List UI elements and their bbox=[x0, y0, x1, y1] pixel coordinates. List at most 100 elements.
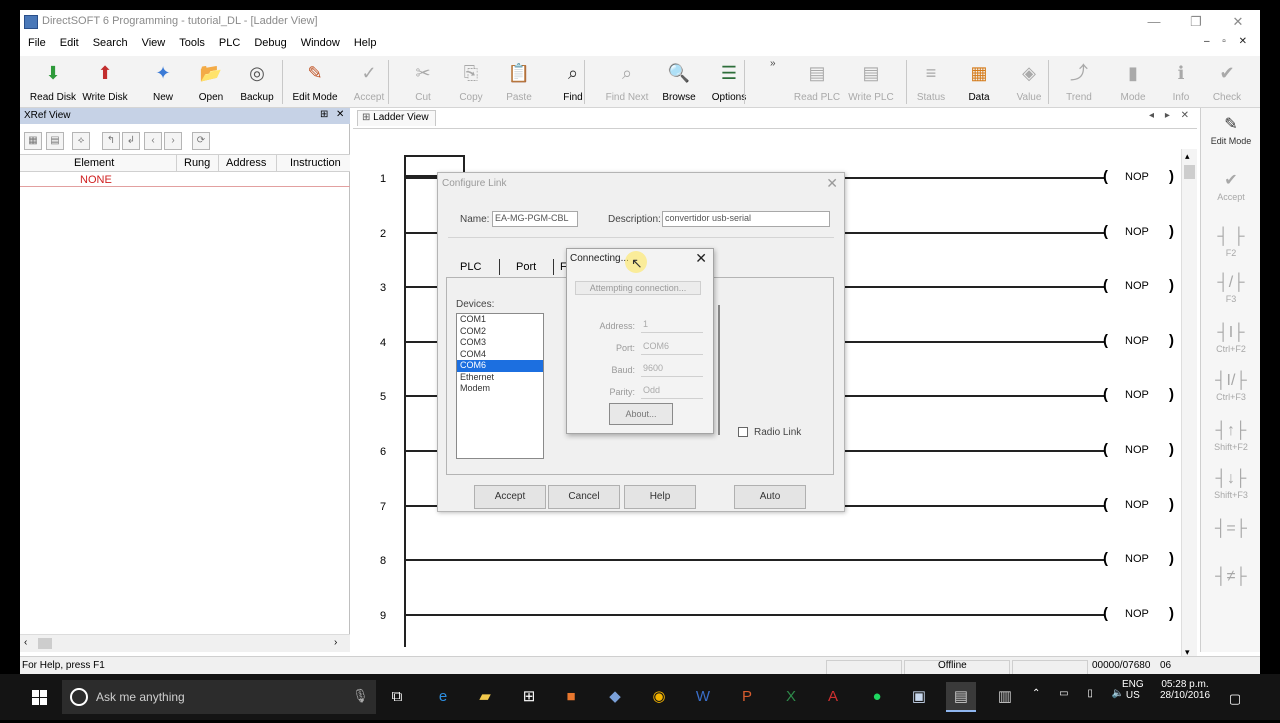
help-button[interactable]: Help bbox=[624, 485, 696, 509]
acrobat-icon[interactable]: A bbox=[818, 682, 848, 712]
minimize-button[interactable]: — bbox=[1134, 12, 1174, 32]
cut-button[interactable]: ✂ Cut bbox=[396, 58, 450, 106]
device-item[interactable]: COM4 bbox=[457, 349, 543, 361]
tab-port[interactable]: Port bbox=[516, 261, 536, 273]
device-item[interactable]: COM2 bbox=[457, 326, 543, 338]
system-tray-icons[interactable]: ⌃ ▭ ▯ 🔈 bbox=[1032, 688, 1132, 699]
filter-icon[interactable]: ⟡ bbox=[72, 132, 90, 150]
scroll-thumb[interactable] bbox=[38, 638, 52, 649]
options-button[interactable]: ☰ Options bbox=[702, 58, 756, 106]
nop-coil[interactable]: (NOP) bbox=[1103, 223, 1183, 241]
refresh-icon[interactable]: ⟳ bbox=[192, 132, 210, 150]
close-icon[interactable]: ✕ bbox=[336, 109, 344, 120]
palette-accept[interactable]: ✔ Accept bbox=[1201, 170, 1260, 202]
scroll-up-icon[interactable]: ▴ bbox=[1185, 151, 1190, 162]
col-instruction[interactable]: Instruction bbox=[290, 157, 341, 169]
word-icon[interactable]: W bbox=[688, 682, 718, 712]
trend-button[interactable]: ⤴ Trend bbox=[1052, 58, 1106, 106]
menu-view[interactable]: View bbox=[134, 34, 172, 49]
search-box[interactable]: Ask me anything 🎙 bbox=[62, 680, 376, 714]
nop-coil[interactable]: (NOP) bbox=[1103, 605, 1183, 623]
scroll-thumb[interactable] bbox=[1184, 165, 1195, 179]
horizontal-scrollbar[interactable]: ‹ › bbox=[20, 634, 350, 652]
rung-wire[interactable] bbox=[405, 559, 1105, 562]
next-icon[interactable]: › bbox=[164, 132, 182, 150]
nop-coil[interactable]: (NOP) bbox=[1103, 550, 1183, 568]
paste-button[interactable]: 📋 Paste bbox=[492, 58, 546, 106]
back-icon[interactable]: ↰ bbox=[102, 132, 120, 150]
start-button[interactable] bbox=[0, 674, 58, 720]
menu-plc[interactable]: PLC bbox=[211, 34, 246, 49]
device-item[interactable]: COM3 bbox=[457, 337, 543, 349]
list-icon[interactable]: ▤ bbox=[46, 132, 64, 150]
step-back-icon[interactable]: ↲ bbox=[122, 132, 140, 150]
browse-button[interactable]: 🔍 Browse bbox=[652, 58, 706, 106]
edge-icon[interactable]: e bbox=[428, 682, 458, 712]
auto-button[interactable]: Auto bbox=[734, 485, 806, 509]
palette-immediate-nc-contact[interactable]: ┤I/├ Ctrl+F3 bbox=[1201, 370, 1260, 402]
devices-list[interactable]: COM1 COM2 COM3 COM4 COM6 Ethernet Modem bbox=[456, 313, 544, 459]
accept-button[interactable]: Accept bbox=[474, 485, 546, 509]
nop-coil[interactable]: (NOP) bbox=[1103, 332, 1183, 350]
app-icon-blue[interactable]: ◆ bbox=[600, 682, 630, 712]
rung-wire[interactable] bbox=[405, 613, 1105, 616]
notifications-icon[interactable]: ▢ bbox=[1220, 684, 1250, 714]
data-button[interactable]: ▦ Data bbox=[952, 58, 1006, 106]
task-view-icon[interactable]: ⧉ bbox=[382, 682, 412, 712]
palette-compare-nc-contact[interactable]: ┤≠├ bbox=[1201, 566, 1260, 588]
device-item[interactable]: Modem bbox=[457, 383, 543, 395]
directsoft-taskbar-icon[interactable]: ▤ bbox=[946, 682, 976, 712]
maximize-button[interactable]: ❐ bbox=[1176, 12, 1216, 32]
mode-button[interactable]: ▮ Mode bbox=[1106, 58, 1160, 106]
nop-coil[interactable]: (NOP) bbox=[1103, 168, 1183, 186]
palette-contact-no[interactable]: ┤ ├ F2 bbox=[1201, 226, 1260, 258]
dialog-close-button[interactable]: ✕ bbox=[826, 175, 838, 192]
description-field[interactable]: convertidor usb-serial bbox=[662, 211, 830, 227]
mdi-window-controls[interactable]: – ▫ ✕ bbox=[1204, 36, 1252, 47]
scroll-left-icon[interactable]: ‹ bbox=[24, 637, 27, 648]
clock[interactable]: 05:28 p.m. 28/10/2016 bbox=[1152, 679, 1218, 701]
menu-tools[interactable]: Tools bbox=[171, 34, 211, 49]
find-next-button[interactable]: ⌕ Find Next bbox=[600, 58, 654, 106]
grid-icon[interactable]: ▦ bbox=[24, 132, 42, 150]
menu-edit[interactable]: Edit bbox=[52, 34, 85, 49]
palette-immediate-contact[interactable]: ┤I├ Ctrl+F2 bbox=[1201, 322, 1260, 354]
check-button[interactable]: ✔ Check bbox=[1200, 58, 1254, 106]
chrome-icon[interactable]: ◉ bbox=[644, 682, 674, 712]
ladder-view-tab[interactable]: ⊞ Ladder View bbox=[357, 110, 436, 126]
palette-edge-contact[interactable]: ┤↑├ Shift+F2 bbox=[1201, 420, 1260, 452]
status-button[interactable]: ≡ Status bbox=[904, 58, 958, 106]
menu-debug[interactable]: Debug bbox=[246, 34, 292, 49]
about-button[interactable]: About... bbox=[609, 403, 673, 425]
read-disk-button[interactable]: ⬇ Read Disk bbox=[26, 58, 80, 106]
col-element[interactable]: Element bbox=[74, 157, 114, 169]
nop-coil[interactable]: (NOP) bbox=[1103, 441, 1183, 459]
vertical-scrollbar[interactable]: ▴ ▾ bbox=[1181, 149, 1197, 663]
spotify-icon[interactable]: ● bbox=[862, 682, 892, 712]
app-icon-orange[interactable]: ■ bbox=[556, 682, 586, 712]
tab-plc[interactable]: PLC bbox=[460, 261, 481, 273]
nop-coil[interactable]: (NOP) bbox=[1103, 496, 1183, 514]
menu-search[interactable]: Search bbox=[85, 34, 134, 49]
microphone-icon[interactable]: 🎙 bbox=[352, 688, 369, 704]
radio-link-checkbox[interactable] bbox=[738, 427, 748, 437]
language-indicator[interactable]: ENG US bbox=[1122, 679, 1144, 701]
new-button[interactable]: ✦ New bbox=[136, 58, 190, 106]
read-plc-button[interactable]: ▤ Read PLC bbox=[790, 58, 844, 106]
file-explorer-icon[interactable]: ▰ bbox=[470, 682, 500, 712]
store-icon[interactable]: ⊞ bbox=[514, 682, 544, 712]
device-item[interactable]: COM1 bbox=[457, 314, 543, 326]
palette-edge-nc-contact[interactable]: ┤↓├ Shift+F3 bbox=[1201, 468, 1260, 500]
write-disk-button[interactable]: ⬆ Write Disk bbox=[78, 58, 132, 106]
previous-icon[interactable]: ‹ bbox=[144, 132, 162, 150]
device-item[interactable]: Ethernet bbox=[457, 372, 543, 384]
menu-help[interactable]: Help bbox=[346, 34, 383, 49]
find-button[interactable]: ⌕ Find bbox=[546, 58, 600, 106]
menu-window[interactable]: Window bbox=[293, 34, 346, 49]
col-rung[interactable]: Rung bbox=[184, 157, 210, 169]
connecting-close-button[interactable]: ✕ bbox=[695, 250, 707, 267]
nop-coil[interactable]: (NOP) bbox=[1103, 386, 1183, 404]
nop-coil[interactable]: (NOP) bbox=[1103, 277, 1183, 295]
app-icon-dark[interactable]: ▣ bbox=[904, 682, 934, 712]
powerpoint-icon[interactable]: P bbox=[732, 682, 762, 712]
